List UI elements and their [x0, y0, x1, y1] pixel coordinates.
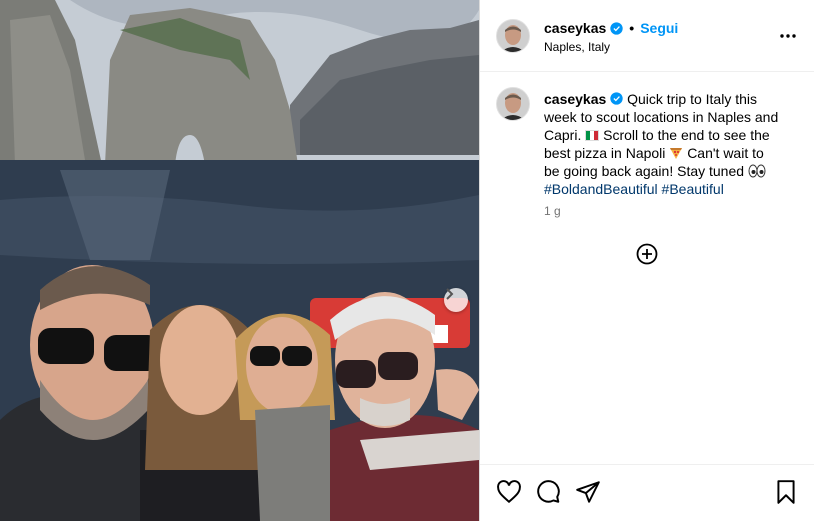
post-header: caseykas • Segui Naples, Italy	[480, 0, 814, 72]
avatar-image	[497, 20, 529, 52]
more-options-button[interactable]	[778, 26, 798, 46]
comment-button[interactable]	[535, 479, 561, 505]
bookmark-icon	[777, 480, 795, 504]
avatar-image	[497, 88, 529, 120]
caption-text-1: Quick trip to Italy this	[627, 91, 758, 107]
hashtag-link[interactable]: #Beautiful	[662, 181, 724, 197]
chevron-right-icon	[446, 288, 454, 300]
post-photo[interactable]	[0, 0, 479, 521]
more-options-icon	[780, 34, 796, 38]
follow-button[interactable]: Segui	[640, 20, 678, 36]
like-button[interactable]	[496, 479, 522, 505]
action-bar	[480, 464, 814, 522]
caption-username[interactable]: caseykas	[544, 91, 606, 107]
next-photo-button[interactable]	[444, 288, 468, 312]
eyes-icon	[748, 164, 766, 178]
caption-text-3: Capri.	[544, 127, 582, 143]
caption-text-2: week to scout locations in Naples and	[544, 109, 779, 125]
post-details-panel: caseykas • Segui Naples, Italy caseykas …	[480, 0, 814, 521]
post-caption: caseykas Quick trip to Italy this week t…	[544, 90, 794, 198]
caption-avatar[interactable]	[496, 87, 530, 121]
add-circle-icon	[636, 243, 658, 265]
photo-scene	[0, 0, 479, 521]
post-time[interactable]: 1 g	[544, 204, 561, 218]
comment-icon	[537, 480, 560, 503]
pizza-icon	[670, 148, 683, 159]
save-button[interactable]	[773, 479, 799, 505]
caption-text-7: be going back again! Stay tuned	[544, 163, 745, 179]
instagram-post: caseykas • Segui Naples, Italy caseykas …	[0, 0, 814, 521]
hashtag-link[interactable]: #BoldandBeautiful	[544, 181, 658, 197]
verified-badge-icon	[610, 92, 623, 105]
heart-icon	[497, 480, 521, 504]
caption-text-4: Scroll to the end to see the	[603, 127, 770, 143]
verified-badge-icon	[610, 21, 623, 35]
load-more-comments-button[interactable]	[636, 243, 658, 265]
location-link[interactable]: Naples, Italy	[544, 40, 610, 54]
share-button[interactable]	[575, 479, 601, 505]
paper-plane-icon	[576, 481, 600, 503]
avatar[interactable]	[496, 19, 530, 53]
username-link[interactable]: caseykas	[544, 20, 606, 36]
caption-text-6: Can't wait to	[687, 145, 764, 161]
separator-dot: •	[629, 20, 635, 36]
italy-flag-icon	[585, 130, 600, 141]
header-user-row: caseykas • Segui	[544, 20, 678, 36]
caption-text-5: best pizza in Napoli	[544, 145, 666, 161]
